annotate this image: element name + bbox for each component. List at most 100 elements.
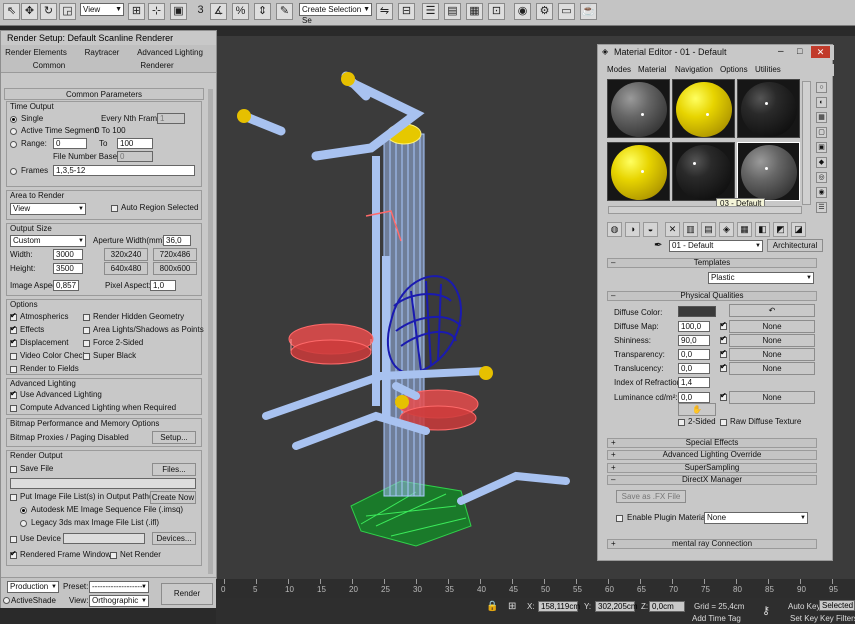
slot-vertical-scrollbar[interactable] xyxy=(802,81,811,205)
luminance-input[interactable]: 0,0 xyxy=(678,392,710,403)
common-parameters-header[interactable]: Common Parameters xyxy=(4,88,204,100)
selected-select[interactable]: Selected xyxy=(819,600,855,611)
compute-advanced-checkbox[interactable] xyxy=(10,405,17,412)
force-2sided-checkbox[interactable] xyxy=(83,340,90,347)
reference-coord-select[interactable]: View ▼ xyxy=(80,3,124,16)
area-lights-checkbox[interactable] xyxy=(83,327,90,334)
luminance-checkbox[interactable] xyxy=(720,391,727,401)
use-device-checkbox[interactable] xyxy=(10,536,17,543)
diffuse-color-swatch[interactable] xyxy=(678,306,716,317)
physical-qualities-rollout[interactable]: – Physical Qualities xyxy=(607,291,817,301)
tab-render-elements[interactable]: Render Elements xyxy=(5,46,67,59)
rotate-icon[interactable]: ↻ xyxy=(40,3,57,20)
put-to-library-icon[interactable]: ▤ xyxy=(701,222,716,237)
transparency-checkbox[interactable] xyxy=(720,348,727,358)
raw-diffuse-checkbox[interactable] xyxy=(720,419,727,426)
render-fields-checkbox[interactable] xyxy=(10,366,17,373)
tab-renderer[interactable]: Renderer xyxy=(111,59,203,72)
move-icon[interactable]: ✥ xyxy=(21,3,38,20)
assign-to-selection-icon[interactable]: ◒ xyxy=(643,222,658,237)
diffuse-map-input[interactable]: 100,0 xyxy=(678,321,710,332)
show-map-icon[interactable]: ▦ xyxy=(737,222,752,237)
render-icon[interactable]: ☕ xyxy=(580,3,597,20)
aperture-input[interactable]: 36,0 xyxy=(163,235,191,246)
options-icon[interactable]: ◎ xyxy=(816,172,827,183)
eyedropper-icon[interactable]: ✒ xyxy=(654,240,662,251)
luminance-map-button[interactable]: None xyxy=(729,391,815,404)
schematic-view-icon[interactable]: ⊡ xyxy=(488,3,505,20)
preset-720x486-button[interactable]: 720x486 xyxy=(153,248,197,261)
range-to-input[interactable]: 100 xyxy=(117,138,153,149)
diffuse-undo-button[interactable]: ↶ xyxy=(729,304,815,317)
make-unique-icon[interactable]: ▥ xyxy=(683,222,698,237)
select-by-material-icon[interactable]: ◉ xyxy=(816,187,827,198)
absolute-mode-icon[interactable]: ⊞ xyxy=(508,601,516,612)
menu-navigation[interactable]: Navigation xyxy=(675,64,713,76)
plugin-select[interactable]: None xyxy=(704,512,808,524)
lock-icon[interactable]: 🔒 xyxy=(486,601,498,612)
tab-common[interactable]: Common xyxy=(5,59,93,72)
get-material-icon[interactable]: ◍ xyxy=(607,222,622,237)
add-time-tag-text[interactable]: Add Time Tag xyxy=(692,614,741,623)
render-mode-select[interactable]: Production xyxy=(7,581,59,593)
area-select[interactable]: View xyxy=(10,203,86,215)
render-setup-icon[interactable]: ⚙ xyxy=(536,3,553,20)
menu-options[interactable]: Options xyxy=(720,64,748,76)
frames-radio[interactable] xyxy=(10,168,17,175)
material-id-icon[interactable]: ◈ xyxy=(719,222,734,237)
every-nth-input[interactable]: 1 xyxy=(157,113,185,124)
key-filters-button[interactable]: Key Filters... xyxy=(820,614,855,623)
show-end-result-icon[interactable]: ◧ xyxy=(755,222,770,237)
view-select[interactable]: Orthographic xyxy=(89,595,149,607)
use-advanced-lighting-checkbox[interactable] xyxy=(10,389,17,399)
timeline-ruler[interactable]: 0 5 10 15 20 25 30 35 40 45 50 55 60 65 70 75 80 85 90 95 xyxy=(216,579,855,598)
preset-320x240-button[interactable]: 320x240 xyxy=(104,248,148,261)
edit-named-selection-icon[interactable]: ✎ xyxy=(276,3,293,20)
pixel-aspect-input[interactable]: 1,0 xyxy=(150,280,176,291)
translucency-checkbox[interactable] xyxy=(720,362,727,372)
preview-icon[interactable]: ◆ xyxy=(816,157,827,168)
rendered-frame-icon[interactable]: ▭ xyxy=(558,3,575,20)
snap-toggle-icon[interactable]: 3 xyxy=(192,3,209,20)
tab-raytracer[interactable]: Raytracer xyxy=(79,46,125,59)
supersampling-rollout[interactable]: + SuperSampling xyxy=(607,463,817,473)
percent-snap-icon[interactable]: % xyxy=(232,3,249,20)
material-slot-3[interactable] xyxy=(737,79,800,138)
auto-key-button[interactable]: Auto Key xyxy=(788,602,820,611)
enable-plugin-checkbox[interactable] xyxy=(616,515,623,522)
effects-checkbox[interactable] xyxy=(10,324,17,334)
devices-button[interactable]: Devices... xyxy=(152,532,196,545)
go-forward-sibling-icon[interactable]: ◪ xyxy=(791,222,806,237)
material-slot-2[interactable] xyxy=(672,79,735,138)
diffuse-map-checkbox[interactable] xyxy=(720,320,727,330)
select-object-icon[interactable]: ⇖ xyxy=(3,3,20,20)
maximize-icon[interactable]: □ xyxy=(797,46,802,56)
named-selection-select[interactable]: Create Selection Se ▼ xyxy=(299,3,372,25)
save-fx-button[interactable]: Save as .FX File xyxy=(616,490,686,503)
align-icon[interactable]: ⊟ xyxy=(398,3,415,20)
video-check-icon[interactable]: ▣ xyxy=(816,142,827,153)
save-file-checkbox[interactable] xyxy=(10,466,17,473)
range-radio[interactable] xyxy=(10,141,17,148)
autodesk-radio[interactable] xyxy=(20,507,27,514)
transparency-input[interactable]: 0,0 xyxy=(678,349,710,360)
material-editor-icon[interactable]: ◉ xyxy=(514,3,531,20)
height-input[interactable]: 3500 xyxy=(53,263,83,274)
transparency-map-button[interactable]: None xyxy=(729,348,815,361)
layer-manager-icon[interactable]: ☰ xyxy=(422,3,439,20)
translucency-map-button[interactable]: None xyxy=(729,362,815,375)
range-from-input[interactable]: 0 xyxy=(53,138,87,149)
keyboard-shortcut-icon[interactable]: ▣ xyxy=(170,3,187,20)
create-now-button[interactable]: Create Now xyxy=(150,491,196,504)
minimize-icon[interactable]: – xyxy=(778,46,784,57)
ior-input[interactable]: 1,4 xyxy=(678,377,710,388)
material-type-button[interactable]: Architectural xyxy=(767,239,823,252)
mirror-icon[interactable]: ⇋ xyxy=(376,3,393,20)
active-segment-radio[interactable] xyxy=(10,128,17,135)
file-number-input[interactable]: 0 xyxy=(117,151,153,162)
sample-type-icon[interactable]: ○ xyxy=(816,82,827,93)
template-select[interactable]: Plastic xyxy=(708,272,814,284)
device-field[interactable] xyxy=(63,533,145,544)
two-sided-checkbox[interactable] xyxy=(678,419,685,426)
rendered-frame-checkbox[interactable] xyxy=(10,549,17,559)
